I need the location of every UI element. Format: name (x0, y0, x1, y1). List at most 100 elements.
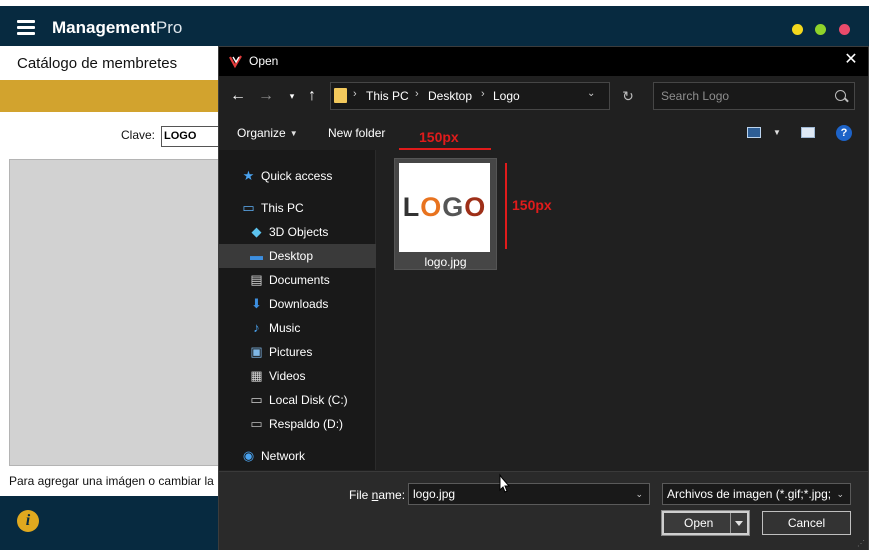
dialog-bottom-area: File name: logo.jpg ⌄ Archivos de imagen… (219, 471, 868, 550)
desktop-icon: ▬ (250, 248, 263, 263)
close-dot-icon[interactable] (839, 24, 850, 35)
music-icon: ♪ (253, 320, 260, 335)
view-options-caret-icon[interactable]: ▼ (769, 125, 781, 139)
file-name-input[interactable]: logo.jpg ⌄ (408, 483, 650, 505)
file-name: logo.jpg (424, 255, 467, 269)
preview-pane-icon[interactable] (801, 127, 815, 138)
nav-item-label: 3D Objects (269, 225, 329, 239)
nav-item-label: Respaldo (D:) (269, 417, 344, 431)
page-title: Catálogo de membretes (17, 55, 178, 72)
nav-item-network[interactable]: ◉ Network (219, 444, 376, 468)
nav-item-documents[interactable]: ▤ Documents (219, 268, 376, 292)
app-brand: ManagementPro (52, 18, 182, 38)
address-dropdown-icon[interactable]: ⌄ (587, 88, 595, 99)
logo-letter: O (464, 192, 487, 222)
open-label: Open (684, 516, 714, 530)
up-arrow-icon[interactable]: ↑ (303, 86, 321, 106)
app-titlebar: ManagementPro (0, 6, 869, 46)
resize-grip-icon[interactable]: ⋰ (857, 540, 865, 548)
search-box[interactable] (653, 82, 855, 110)
mouse-cursor-icon (499, 473, 511, 493)
search-icon[interactable] (835, 90, 846, 101)
cancel-button[interactable]: Cancel (762, 511, 851, 535)
height-annotation-line (505, 163, 507, 249)
logo-letter: O (420, 192, 443, 222)
nav-item-pictures[interactable]: ▣ Pictures (219, 340, 376, 364)
breadcrumb-separator-icon: › (481, 88, 485, 100)
nav-item-quick-access[interactable]: ★ Quick access (219, 164, 376, 188)
file-tile[interactable]: LOGO logo.jpg (394, 158, 497, 270)
nav-item-videos[interactable]: ▦ Videos (219, 364, 376, 388)
pictures-icon: ▣ (250, 344, 263, 359)
nav-item-3d-objects[interactable]: ◆ 3D Objects (219, 220, 376, 244)
close-icon[interactable]: ✕ (843, 52, 859, 68)
nav-item-this-pc[interactable]: ▭ This PC (219, 196, 376, 220)
refresh-icon[interactable]: ↻ (618, 86, 638, 106)
breadcrumb-separator-icon: › (353, 88, 357, 100)
navigation-row: ← → ▾ ↑ › This PC › Desktop › Logo ⌄ ↻ (219, 80, 868, 114)
file-list-pane: LOGO logo.jpg (377, 150, 868, 470)
open-button[interactable]: Open (661, 510, 750, 536)
width-annotation-label: 150px (419, 129, 459, 145)
download-icon: ⬇ (251, 296, 262, 311)
minimize-dot-icon[interactable] (792, 24, 803, 35)
file-name-value: logo.jpg (413, 487, 456, 501)
nav-item-respaldo-d[interactable]: ▭ Respaldo (D:) (219, 412, 376, 436)
file-name-dropdown-icon[interactable]: ⌄ (635, 489, 643, 500)
dialog-toolbar: Organize ▼ New folder ▼ ? (219, 118, 868, 148)
open-dialog: Open ✕ ← → ▾ ↑ › This PC › Desktop › Log… (218, 46, 869, 550)
nav-item-local-disk-c[interactable]: ▭ Local Disk (C:) (219, 388, 376, 412)
file-name-label-pre: File (349, 488, 372, 502)
file-type-select[interactable]: Archivos de imagen (*.gif;*.jpg; ⌄ (662, 483, 851, 505)
cancel-label: Cancel (787, 516, 826, 530)
help-icon[interactable]: ? (836, 125, 852, 141)
dialog-title: Open (249, 54, 279, 68)
new-folder-button[interactable]: New folder (328, 126, 385, 140)
app-icon (229, 55, 242, 69)
info-icon[interactable]: i (17, 510, 39, 532)
cube-icon: ◆ (251, 224, 262, 239)
disk-icon: ▭ (250, 392, 263, 407)
screen: ManagementPro Catálogo de membretes Clav… (0, 0, 869, 550)
nav-item-label: Downloads (269, 297, 329, 311)
width-annotation-line (399, 148, 491, 150)
back-arrow-icon[interactable]: ← (229, 86, 247, 106)
maximize-dot-icon[interactable] (815, 24, 826, 35)
nav-item-label: This PC (261, 201, 304, 215)
nav-item-label: Videos (269, 369, 306, 383)
height-annotation-label: 150px (512, 197, 552, 213)
star-icon: ★ (242, 168, 255, 183)
breadcrumb-logo[interactable]: Logo (493, 89, 520, 103)
nav-item-label: Pictures (269, 345, 313, 359)
breadcrumb-this-pc[interactable]: This PC (366, 89, 409, 103)
logo-thumbnail-text: LOGO (399, 192, 490, 223)
logo-letter: L (402, 192, 421, 222)
organize-button[interactable]: Organize ▼ (237, 126, 298, 140)
clave-label: Clave: (121, 128, 156, 142)
nav-item-downloads[interactable]: ⬇ Downloads (219, 292, 376, 316)
address-bar[interactable]: › This PC › Desktop › Logo ⌄ (330, 82, 610, 110)
pc-icon: ▭ (242, 200, 255, 215)
brand-bold: Management (52, 18, 156, 37)
nav-item-desktop[interactable]: ▬ Desktop (219, 244, 376, 268)
folder-icon (334, 88, 347, 103)
nav-item-music[interactable]: ♪ Music (219, 316, 376, 340)
nav-item-label: Documents (269, 273, 330, 287)
forward-arrow-icon[interactable]: → (257, 86, 275, 106)
nav-item-label: Network (261, 449, 306, 463)
logo-letter: G (442, 192, 465, 222)
nav-item-label: Desktop (269, 249, 314, 263)
open-split-dropdown-icon[interactable] (730, 513, 747, 533)
video-icon: ▦ (250, 368, 263, 383)
file-type-value: Archivos de imagen (*.gif;*.jpg; (667, 487, 832, 501)
search-input[interactable] (661, 88, 831, 104)
change-view-icon[interactable] (747, 127, 761, 138)
hamburger-menu-icon[interactable] (17, 20, 35, 35)
recent-chevron-icon[interactable]: ▾ (283, 86, 301, 106)
nav-item-label: Local Disk (C:) (269, 393, 348, 407)
nav-item-label: Music (269, 321, 301, 335)
breadcrumb-desktop[interactable]: Desktop (428, 89, 472, 103)
file-type-dropdown-icon[interactable]: ⌄ (836, 489, 844, 500)
brand-light: Pro (155, 18, 183, 37)
image-preview-panel[interactable] (9, 159, 234, 466)
